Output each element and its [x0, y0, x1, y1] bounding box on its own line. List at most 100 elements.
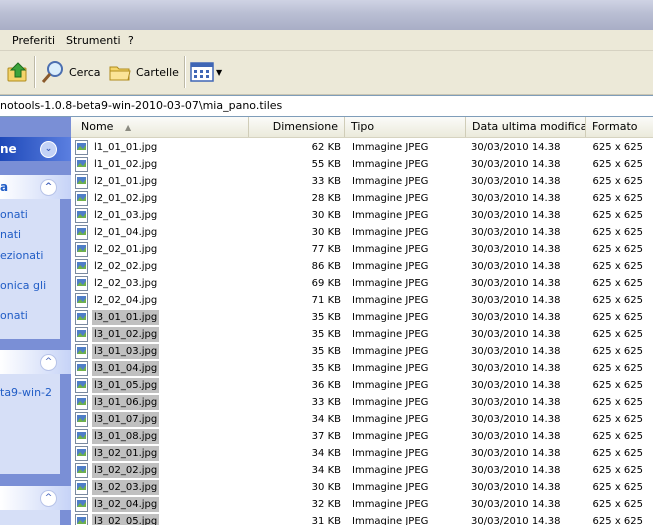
file-row[interactable]: l2_02_03.jpg 69 KB Immagine JPEG 30/03/2010…	[71, 275, 653, 292]
file-row[interactable]: l3_01_02.jpg 35 KB Immagine JPEG 30/03/2010…	[71, 326, 653, 343]
menu-strumenti[interactable]: Strumenti	[66, 34, 121, 47]
file-name[interactable]: l3_01_07.jpg	[92, 412, 160, 427]
file-size: 32 KB	[311, 499, 341, 510]
name-cell: l3_01_05.jpg	[75, 377, 225, 394]
file-row[interactable]: l3_01_06.jpg 33 KB Immagine JPEG 30/03/2010…	[71, 394, 653, 411]
task-link[interactable]: nati	[0, 228, 21, 241]
file-name[interactable]: l3_01_04.jpg	[92, 361, 160, 376]
file-type: Immagine JPEG	[352, 227, 429, 238]
column-format[interactable]: Formato	[586, 117, 653, 137]
file-name[interactable]: l3_02_04.jpg	[92, 497, 160, 512]
file-name[interactable]: l3_01_05.jpg	[92, 378, 160, 393]
file-type: Immagine JPEG	[352, 210, 429, 221]
file-name[interactable]: l3_02_05.jpg	[92, 514, 160, 525]
file-row[interactable]: l3_01_01.jpg 35 KB Immagine JPEG 30/03/2010…	[71, 309, 653, 326]
file-size: 35 KB	[311, 312, 341, 323]
chevron-up-icon[interactable]: ^	[40, 179, 57, 196]
name-cell: l3_01_06.jpg	[75, 394, 225, 411]
file-name[interactable]: l3_01_06.jpg	[92, 395, 160, 410]
menu-preferiti[interactable]: Preferiti	[12, 34, 55, 47]
address-path: notools-1.0.8-beta9-win-2010-03-07\mia_p…	[0, 99, 283, 112]
file-row[interactable]: l2_01_02.jpg 28 KB Immagine JPEG 30/03/2010…	[71, 190, 653, 207]
file-name[interactable]: l3_01_01.jpg	[92, 310, 160, 325]
file-type: Immagine JPEG	[352, 431, 429, 442]
file-row[interactable]: l2_01_04.jpg 30 KB Immagine JPEG 30/03/2010…	[71, 224, 653, 241]
file-size: 28 KB	[311, 193, 341, 204]
chevron-up-icon[interactable]: ^	[40, 354, 57, 371]
file-row[interactable]: l3_02_05.jpg 31 KB Immagine JPEG 30/03/2010…	[71, 513, 653, 525]
file-row[interactable]: l3_02_04.jpg 32 KB Immagine JPEG 30/03/2010…	[71, 496, 653, 513]
task-link[interactable]: onati	[0, 309, 28, 322]
file-name[interactable]: l3_01_08.jpg	[92, 429, 160, 444]
file-row[interactable]: l3_01_05.jpg 36 KB Immagine JPEG 30/03/2010…	[71, 377, 653, 394]
file-size: 71 KB	[311, 295, 341, 306]
name-cell: l1_01_01.jpg	[75, 139, 225, 156]
panel-header-3[interactable]: ^	[0, 350, 71, 374]
search-button[interactable]: Cerca	[40, 57, 101, 87]
file-row[interactable]: l2_02_04.jpg 71 KB Immagine JPEG 30/03/2010…	[71, 292, 653, 309]
folders-button[interactable]: Cartelle	[108, 57, 179, 87]
file-row[interactable]: l3_02_01.jpg 34 KB Immagine JPEG 30/03/2010…	[71, 445, 653, 462]
file-row[interactable]: l3_02_03.jpg 30 KB Immagine JPEG 30/03/2010…	[71, 479, 653, 496]
file-date: 30/03/2010 14.38	[471, 448, 561, 459]
file-name[interactable]: l2_01_04.jpg	[92, 225, 159, 240]
column-type[interactable]: Tipo	[345, 117, 466, 137]
file-name[interactable]: l3_01_02.jpg	[92, 327, 160, 342]
file-name[interactable]: l2_02_04.jpg	[92, 293, 159, 308]
file-row[interactable]: l1_01_01.jpg 62 KB Immagine JPEG 30/03/2010…	[71, 139, 653, 156]
panel-header-4[interactable]: ^	[0, 486, 71, 510]
jpeg-file-icon	[75, 276, 88, 291]
file-size: 31 KB	[311, 516, 341, 525]
column-size[interactable]: Dimensione	[249, 117, 345, 137]
file-name[interactable]: l2_02_01.jpg	[92, 242, 159, 257]
file-name[interactable]: l2_01_02.jpg	[92, 191, 159, 206]
file-date: 30/03/2010 14.38	[471, 227, 561, 238]
jpeg-file-icon	[75, 514, 88, 525]
column-name[interactable]: Nome ▲	[71, 117, 249, 137]
name-cell: l3_02_03.jpg	[75, 479, 225, 496]
file-size: 34 KB	[311, 414, 341, 425]
file-name[interactable]: l3_02_01.jpg	[92, 446, 160, 461]
place-link[interactable]: ta9-win-2	[0, 386, 52, 399]
file-date: 30/03/2010 14.38	[471, 380, 561, 391]
file-size: 33 KB	[311, 397, 341, 408]
task-link[interactable]: ezionati	[0, 249, 43, 262]
file-size: 30 KB	[311, 210, 341, 221]
jpeg-file-icon	[75, 446, 88, 461]
file-row[interactable]: l2_01_03.jpg 30 KB Immagine JPEG 30/03/2010…	[71, 207, 653, 224]
file-name[interactable]: l1_01_02.jpg	[92, 157, 159, 172]
panel-header-1[interactable]: ne ⌄	[0, 137, 71, 161]
jpeg-file-icon	[75, 463, 88, 478]
file-name[interactable]: l2_01_01.jpg	[92, 174, 159, 189]
file-row[interactable]: l3_01_04.jpg 35 KB Immagine JPEG 30/03/2010…	[71, 360, 653, 377]
file-row[interactable]: l3_02_02.jpg 34 KB Immagine JPEG 30/03/2010…	[71, 462, 653, 479]
file-list[interactable]: Nome ▲ Dimensione Tipo Data ultima modif…	[71, 117, 653, 525]
file-name[interactable]: l2_02_03.jpg	[92, 276, 159, 291]
views-button[interactable]: ▼	[190, 57, 222, 87]
file-name[interactable]: l2_02_02.jpg	[92, 259, 159, 274]
chevron-up-icon[interactable]: ^	[40, 490, 57, 507]
panel-header-2[interactable]: a ^	[0, 175, 71, 199]
column-date[interactable]: Data ultima modifica	[466, 117, 586, 137]
file-size: 30 KB	[311, 227, 341, 238]
menu-help[interactable]: ?	[128, 34, 134, 47]
file-row[interactable]: l1_01_02.jpg 55 KB Immagine JPEG 30/03/2010…	[71, 156, 653, 173]
file-row[interactable]: l2_02_02.jpg 86 KB Immagine JPEG 30/03/2010…	[71, 258, 653, 275]
file-row[interactable]: l3_01_08.jpg 37 KB Immagine JPEG 30/03/2010…	[71, 428, 653, 445]
up-folder-button[interactable]	[6, 57, 30, 87]
chevron-down-icon[interactable]: ⌄	[40, 141, 57, 158]
file-row[interactable]: l2_02_01.jpg 77 KB Immagine JPEG 30/03/2010…	[71, 241, 653, 258]
task-link[interactable]: onica gli	[0, 279, 46, 292]
file-name[interactable]: l2_01_03.jpg	[92, 208, 159, 223]
task-link[interactable]: onati	[0, 208, 28, 221]
file-format: 625 x 625	[592, 380, 643, 391]
file-name[interactable]: l3_01_03.jpg	[92, 344, 160, 359]
file-row[interactable]: l2_01_01.jpg 33 KB Immagine JPEG 30/03/2010…	[71, 173, 653, 190]
file-row[interactable]: l3_01_07.jpg 34 KB Immagine JPEG 30/03/2010…	[71, 411, 653, 428]
address-bar[interactable]: notools-1.0.8-beta9-win-2010-03-07\mia_p…	[0, 95, 653, 117]
file-name[interactable]: l3_02_02.jpg	[92, 463, 160, 478]
file-date: 30/03/2010 14.38	[471, 516, 561, 525]
file-name[interactable]: l3_02_03.jpg	[92, 480, 160, 495]
file-name[interactable]: l1_01_01.jpg	[92, 140, 159, 155]
file-row[interactable]: l3_01_03.jpg 35 KB Immagine JPEG 30/03/2010…	[71, 343, 653, 360]
